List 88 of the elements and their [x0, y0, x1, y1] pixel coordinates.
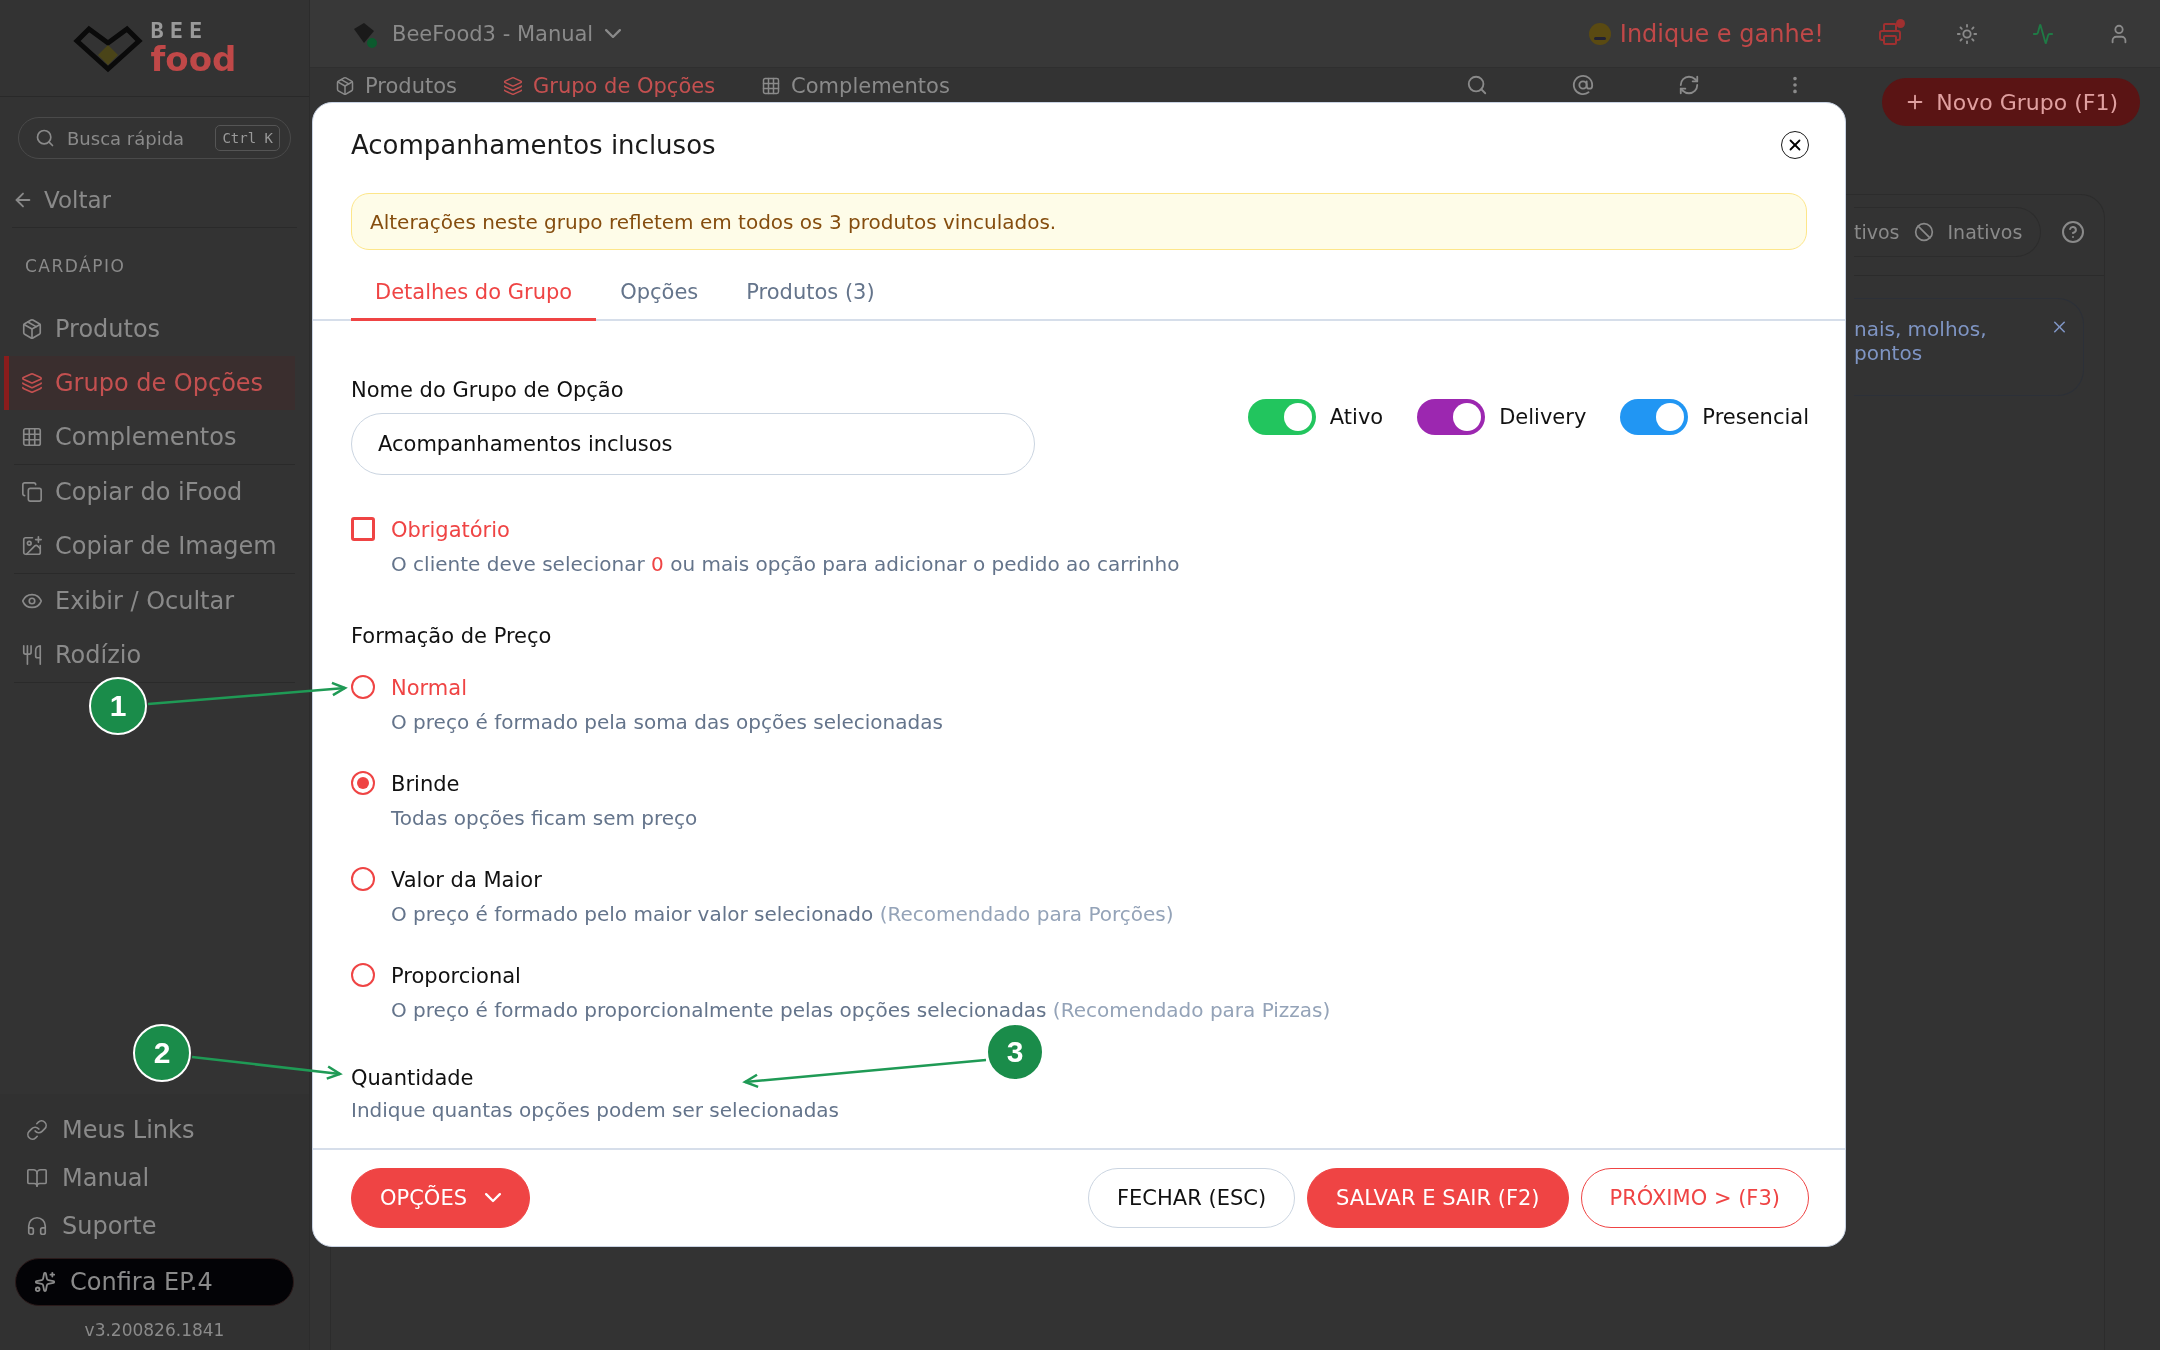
option-description: O preço é formado proporcionalmente pelas opções selecionadas (Recomendado para Pizzas) — [391, 997, 1331, 1024]
next-button[interactable]: PRÓXIMO > (F3) — [1580, 1168, 1809, 1228]
copy-icon — [21, 481, 43, 503]
money-face-icon — [1587, 21, 1612, 46]
section-description: Indique quantas opções podem ser selecionadas — [351, 1097, 840, 1124]
radio-label: Valor da Maior — [391, 867, 542, 894]
section-heading: CARDÁPIO — [25, 256, 127, 276]
layers-icon — [21, 372, 43, 394]
chevron-down-icon — [485, 1193, 501, 1203]
sidebar-link[interactable]: Manual — [0, 1154, 309, 1202]
store-selector[interactable]: BeeFood3 - Manual — [350, 18, 622, 49]
option-description: Todas opções ficam sem preço — [391, 805, 698, 832]
sidebar-item[interactable]: Produtos — [4, 302, 295, 356]
radio-button[interactable] — [351, 867, 375, 891]
headphones-icon — [26, 1215, 48, 1237]
field-label: Nome do Grupo de Opção — [351, 377, 625, 403]
refresh-icon[interactable] — [1678, 74, 1701, 96]
logo-text: food — [150, 42, 237, 76]
back-link[interactable]: Voltar — [12, 187, 297, 228]
toggle-switch[interactable] — [1417, 399, 1486, 435]
sparkles-icon — [34, 1271, 56, 1293]
search-icon — [35, 128, 55, 148]
options-button[interactable]: OPÇÕES — [351, 1168, 530, 1228]
modal-tab[interactable]: Produtos (3) — [722, 272, 899, 321]
toggle-label: Presencial — [1702, 404, 1809, 430]
radio-button[interactable] — [351, 963, 375, 987]
sidebar-item[interactable]: Exibir / Ocultar — [4, 574, 295, 628]
warning-alert: Alterações neste grupo refletem em todos os 3 produtos vinculados. — [351, 193, 1807, 250]
toggle-switch[interactable] — [1247, 399, 1316, 435]
close-button[interactable]: FECHAR (ESC) — [1088, 1168, 1296, 1228]
logo-text: BEE — [150, 20, 210, 42]
modal-tab[interactable]: Detalhes do Grupo — [351, 272, 597, 321]
package-icon — [335, 76, 355, 96]
checkbox-label: Obrigatório — [391, 517, 510, 544]
page-tab[interactable]: Complementos — [761, 74, 950, 98]
referral-link[interactable]: Indique e ganhe! — [1587, 19, 1824, 48]
package-icon — [21, 318, 43, 340]
promo-button[interactable]: Confira EP.4 — [15, 1258, 294, 1306]
help-icon[interactable] — [2061, 220, 2086, 244]
shortcut-badge: Ctrl K — [215, 125, 280, 151]
toggle-label: Delivery — [1499, 404, 1587, 430]
sidebar-item[interactable]: Complementos — [4, 410, 295, 464]
section-label: Formação de Preço — [351, 623, 552, 649]
option-description: O preço é formado pelo maior valor selecionado (Recomendado para Porções) — [391, 901, 1174, 928]
link-icon — [26, 1119, 48, 1141]
at-sign-icon[interactable] — [1572, 74, 1595, 96]
option-description: O cliente deve selecionar 0 ou mais opção para adicionar o pedido ao carrinho — [391, 551, 1180, 578]
search-icon[interactable] — [1466, 74, 1489, 96]
page-tab[interactable]: Produtos — [335, 74, 457, 98]
info-notice: nais, molhos, pontos — [1854, 298, 2084, 396]
radio-label: Normal — [391, 675, 467, 702]
grid-icon — [21, 426, 43, 448]
radio-button[interactable] — [351, 675, 375, 699]
ban-icon — [1913, 222, 1934, 242]
sidebar-link[interactable]: Meus Links — [0, 1106, 309, 1154]
modal-title: Acompanhamentos inclusos — [351, 130, 716, 160]
image-icon — [21, 535, 43, 557]
checkbox[interactable] — [351, 517, 375, 541]
book-icon — [26, 1167, 48, 1189]
toggle-switch[interactable] — [1620, 399, 1689, 435]
radio-button[interactable] — [351, 771, 375, 795]
grid-icon — [761, 76, 782, 96]
close-button[interactable] — [1781, 131, 1809, 159]
sidebar-item[interactable]: Copiar de Imagem — [4, 519, 295, 573]
notification-dot — [1896, 18, 1905, 28]
step-marker: 3 — [986, 1023, 1044, 1081]
option-description: O preço é formado pela soma das opções selecionadas — [391, 709, 943, 736]
radio-label: Proporcional — [391, 963, 521, 990]
save-button[interactable]: SALVAR E SAIR (F2) — [1307, 1168, 1569, 1228]
version-text: v3.200826.1841 — [83, 1320, 226, 1340]
name-input[interactable]: Acompanhamentos inclusos — [351, 413, 1035, 475]
sidebar-item[interactable]: Copiar do iFood — [4, 465, 295, 519]
modal-tab[interactable]: Opções — [596, 272, 723, 321]
radio-label: Brinde — [391, 771, 460, 798]
utensils-icon — [21, 644, 43, 666]
logo-icon — [72, 23, 143, 73]
toggle-label: Ativo — [1329, 404, 1384, 430]
chevron-down-icon — [605, 28, 622, 39]
sidebar-item[interactable]: Grupo de Opções — [4, 356, 295, 410]
layers-icon — [503, 76, 523, 96]
step-marker: 2 — [133, 1024, 191, 1082]
page-tab[interactable]: Grupo de Opções — [503, 74, 716, 98]
step-marker: 1 — [89, 677, 147, 735]
section-label: Quantidade — [351, 1065, 475, 1091]
new-group-button[interactable]: Novo Grupo (F1) — [1882, 78, 2140, 126]
sidebar-link[interactable]: Suporte — [0, 1202, 309, 1250]
activity-icon[interactable] — [2032, 22, 2054, 45]
sun-icon[interactable] — [1956, 22, 1978, 45]
